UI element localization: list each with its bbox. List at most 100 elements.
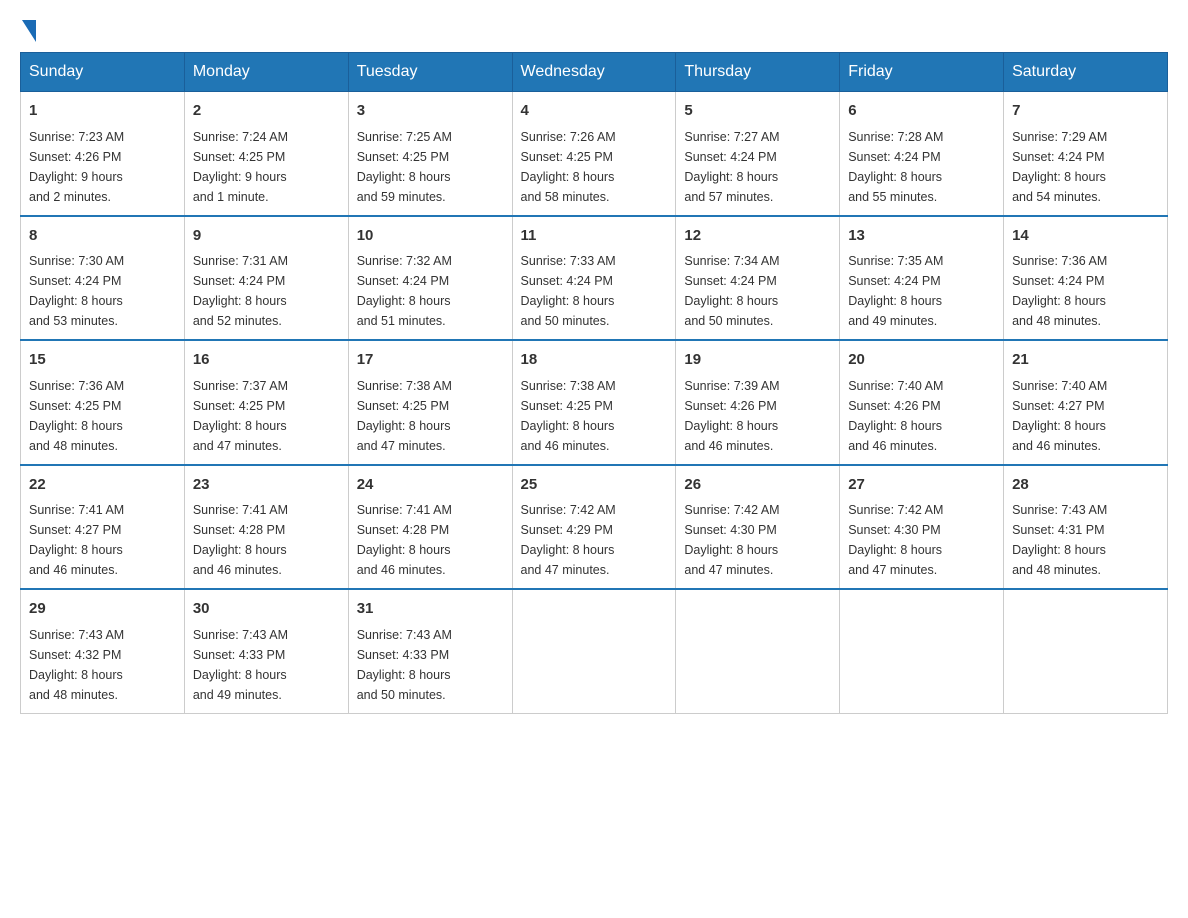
day-info: Sunrise: 7:28 AMSunset: 4:24 PMDaylight:… bbox=[848, 127, 995, 207]
day-number: 10 bbox=[357, 225, 504, 248]
day-number: 13 bbox=[848, 225, 995, 248]
day-number: 1 bbox=[29, 100, 176, 123]
day-number: 6 bbox=[848, 100, 995, 123]
logo bbox=[20, 20, 38, 42]
day-number: 17 bbox=[357, 349, 504, 372]
col-header-tuesday: Tuesday bbox=[348, 53, 512, 92]
calendar-cell: 15 Sunrise: 7:36 AMSunset: 4:25 PMDayligh… bbox=[21, 340, 185, 465]
day-info: Sunrise: 7:41 AMSunset: 4:27 PMDaylight:… bbox=[29, 500, 176, 580]
day-info: Sunrise: 7:35 AMSunset: 4:24 PMDaylight:… bbox=[848, 251, 995, 331]
day-info: Sunrise: 7:36 AMSunset: 4:24 PMDaylight:… bbox=[1012, 251, 1159, 331]
day-number: 5 bbox=[684, 100, 831, 123]
calendar-cell: 10 Sunrise: 7:32 AMSunset: 4:24 PMDayligh… bbox=[348, 216, 512, 341]
calendar-cell: 5 Sunrise: 7:27 AMSunset: 4:24 PMDaylight… bbox=[676, 92, 840, 216]
day-number: 18 bbox=[521, 349, 668, 372]
calendar-cell: 9 Sunrise: 7:31 AMSunset: 4:24 PMDaylight… bbox=[184, 216, 348, 341]
day-info: Sunrise: 7:41 AMSunset: 4:28 PMDaylight:… bbox=[193, 500, 340, 580]
day-info: Sunrise: 7:32 AMSunset: 4:24 PMDaylight:… bbox=[357, 251, 504, 331]
day-number: 31 bbox=[357, 598, 504, 621]
day-info: Sunrise: 7:43 AMSunset: 4:31 PMDaylight:… bbox=[1012, 500, 1159, 580]
week-row-3: 15 Sunrise: 7:36 AMSunset: 4:25 PMDayligh… bbox=[21, 340, 1168, 465]
day-number: 3 bbox=[357, 100, 504, 123]
calendar-cell: 11 Sunrise: 7:33 AMSunset: 4:24 PMDayligh… bbox=[512, 216, 676, 341]
calendar-cell bbox=[512, 589, 676, 713]
day-info: Sunrise: 7:31 AMSunset: 4:24 PMDaylight:… bbox=[193, 251, 340, 331]
week-row-2: 8 Sunrise: 7:30 AMSunset: 4:24 PMDaylight… bbox=[21, 216, 1168, 341]
calendar-cell: 4 Sunrise: 7:26 AMSunset: 4:25 PMDaylight… bbox=[512, 92, 676, 216]
day-info: Sunrise: 7:34 AMSunset: 4:24 PMDaylight:… bbox=[684, 251, 831, 331]
calendar-cell: 14 Sunrise: 7:36 AMSunset: 4:24 PMDayligh… bbox=[1004, 216, 1168, 341]
day-number: 4 bbox=[521, 100, 668, 123]
calendar-cell: 8 Sunrise: 7:30 AMSunset: 4:24 PMDaylight… bbox=[21, 216, 185, 341]
day-info: Sunrise: 7:26 AMSunset: 4:25 PMDaylight:… bbox=[521, 127, 668, 207]
day-info: Sunrise: 7:40 AMSunset: 4:27 PMDaylight:… bbox=[1012, 376, 1159, 456]
day-number: 8 bbox=[29, 225, 176, 248]
calendar-cell: 26 Sunrise: 7:42 AMSunset: 4:30 PMDayligh… bbox=[676, 465, 840, 590]
day-info: Sunrise: 7:42 AMSunset: 4:30 PMDaylight:… bbox=[684, 500, 831, 580]
calendar-cell: 28 Sunrise: 7:43 AMSunset: 4:31 PMDayligh… bbox=[1004, 465, 1168, 590]
calendar-cell: 23Sunrise: 7:41 AMSunset: 4:28 PMDayligh… bbox=[184, 465, 348, 590]
day-number: 15 bbox=[29, 349, 176, 372]
day-number: 26 bbox=[684, 474, 831, 497]
day-number: 25 bbox=[521, 474, 668, 497]
day-info: Sunrise: 7:29 AMSunset: 4:24 PMDaylight:… bbox=[1012, 127, 1159, 207]
calendar-cell: 25 Sunrise: 7:42 AMSunset: 4:29 PMDayligh… bbox=[512, 465, 676, 590]
day-number: 21 bbox=[1012, 349, 1159, 372]
calendar-cell bbox=[676, 589, 840, 713]
day-number: 19 bbox=[684, 349, 831, 372]
calendar-cell: 16 Sunrise: 7:37 AMSunset: 4:25 PMDayligh… bbox=[184, 340, 348, 465]
week-row-4: 22Sunrise: 7:41 AMSunset: 4:27 PMDayligh… bbox=[21, 465, 1168, 590]
day-number: 11 bbox=[521, 225, 668, 248]
calendar-cell: 30 Sunrise: 7:43 AMSunset: 4:33 PMDayligh… bbox=[184, 589, 348, 713]
day-info: Sunrise: 7:40 AMSunset: 4:26 PMDaylight:… bbox=[848, 376, 995, 456]
day-number: 30 bbox=[193, 598, 340, 621]
calendar-cell: 7 Sunrise: 7:29 AMSunset: 4:24 PMDaylight… bbox=[1004, 92, 1168, 216]
calendar-cell: 12 Sunrise: 7:34 AMSunset: 4:24 PMDayligh… bbox=[676, 216, 840, 341]
col-header-monday: Monday bbox=[184, 53, 348, 92]
calendar-cell: 31 Sunrise: 7:43 AMSunset: 4:33 PMDayligh… bbox=[348, 589, 512, 713]
calendar-cell: 18 Sunrise: 7:38 AMSunset: 4:25 PMDayligh… bbox=[512, 340, 676, 465]
day-info: Sunrise: 7:30 AMSunset: 4:24 PMDaylight:… bbox=[29, 251, 176, 331]
calendar-cell bbox=[840, 589, 1004, 713]
day-number: 9 bbox=[193, 225, 340, 248]
day-info: Sunrise: 7:43 AMSunset: 4:32 PMDaylight:… bbox=[29, 625, 176, 705]
day-info: Sunrise: 7:38 AMSunset: 4:25 PMDaylight:… bbox=[357, 376, 504, 456]
day-number: 28 bbox=[1012, 474, 1159, 497]
calendar-cell: 13 Sunrise: 7:35 AMSunset: 4:24 PMDayligh… bbox=[840, 216, 1004, 341]
day-info: Sunrise: 7:27 AMSunset: 4:24 PMDaylight:… bbox=[684, 127, 831, 207]
calendar-cell: 27Sunrise: 7:42 AMSunset: 4:30 PMDayligh… bbox=[840, 465, 1004, 590]
calendar-cell: 21 Sunrise: 7:40 AMSunset: 4:27 PMDayligh… bbox=[1004, 340, 1168, 465]
week-row-1: 1 Sunrise: 7:23 AMSunset: 4:26 PMDaylight… bbox=[21, 92, 1168, 216]
day-number: 14 bbox=[1012, 225, 1159, 248]
calendar-cell: 19 Sunrise: 7:39 AMSunset: 4:26 PMDayligh… bbox=[676, 340, 840, 465]
calendar-cell: 22Sunrise: 7:41 AMSunset: 4:27 PMDayligh… bbox=[21, 465, 185, 590]
col-header-wednesday: Wednesday bbox=[512, 53, 676, 92]
day-number: 12 bbox=[684, 225, 831, 248]
day-info: Sunrise: 7:37 AMSunset: 4:25 PMDaylight:… bbox=[193, 376, 340, 456]
day-number: 7 bbox=[1012, 100, 1159, 123]
calendar-cell: 3Sunrise: 7:25 AMSunset: 4:25 PMDaylight… bbox=[348, 92, 512, 216]
day-info: Sunrise: 7:43 AMSunset: 4:33 PMDaylight:… bbox=[193, 625, 340, 705]
calendar-cell: 2Sunrise: 7:24 AMSunset: 4:25 PMDaylight… bbox=[184, 92, 348, 216]
day-number: 20 bbox=[848, 349, 995, 372]
day-number: 29 bbox=[29, 598, 176, 621]
day-info: Sunrise: 7:38 AMSunset: 4:25 PMDaylight:… bbox=[521, 376, 668, 456]
col-header-thursday: Thursday bbox=[676, 53, 840, 92]
header-row: SundayMondayTuesdayWednesdayThursdayFrid… bbox=[21, 53, 1168, 92]
day-info: Sunrise: 7:33 AMSunset: 4:24 PMDaylight:… bbox=[521, 251, 668, 331]
calendar-table: SundayMondayTuesdayWednesdayThursdayFrid… bbox=[20, 52, 1168, 714]
calendar-cell: 17 Sunrise: 7:38 AMSunset: 4:25 PMDayligh… bbox=[348, 340, 512, 465]
day-number: 16 bbox=[193, 349, 340, 372]
day-number: 2 bbox=[193, 100, 340, 123]
day-info: Sunrise: 7:42 AMSunset: 4:29 PMDaylight:… bbox=[521, 500, 668, 580]
calendar-cell: 24Sunrise: 7:41 AMSunset: 4:28 PMDayligh… bbox=[348, 465, 512, 590]
day-info: Sunrise: 7:42 AMSunset: 4:30 PMDaylight:… bbox=[848, 500, 995, 580]
day-info: Sunrise: 7:39 AMSunset: 4:26 PMDaylight:… bbox=[684, 376, 831, 456]
day-info: Sunrise: 7:36 AMSunset: 4:25 PMDaylight:… bbox=[29, 376, 176, 456]
calendar-cell bbox=[1004, 589, 1168, 713]
day-info: Sunrise: 7:43 AMSunset: 4:33 PMDaylight:… bbox=[357, 625, 504, 705]
day-info: Sunrise: 7:23 AMSunset: 4:26 PMDaylight:… bbox=[29, 127, 176, 207]
col-header-friday: Friday bbox=[840, 53, 1004, 92]
day-info: Sunrise: 7:41 AMSunset: 4:28 PMDaylight:… bbox=[357, 500, 504, 580]
page-header bbox=[20, 20, 1168, 42]
